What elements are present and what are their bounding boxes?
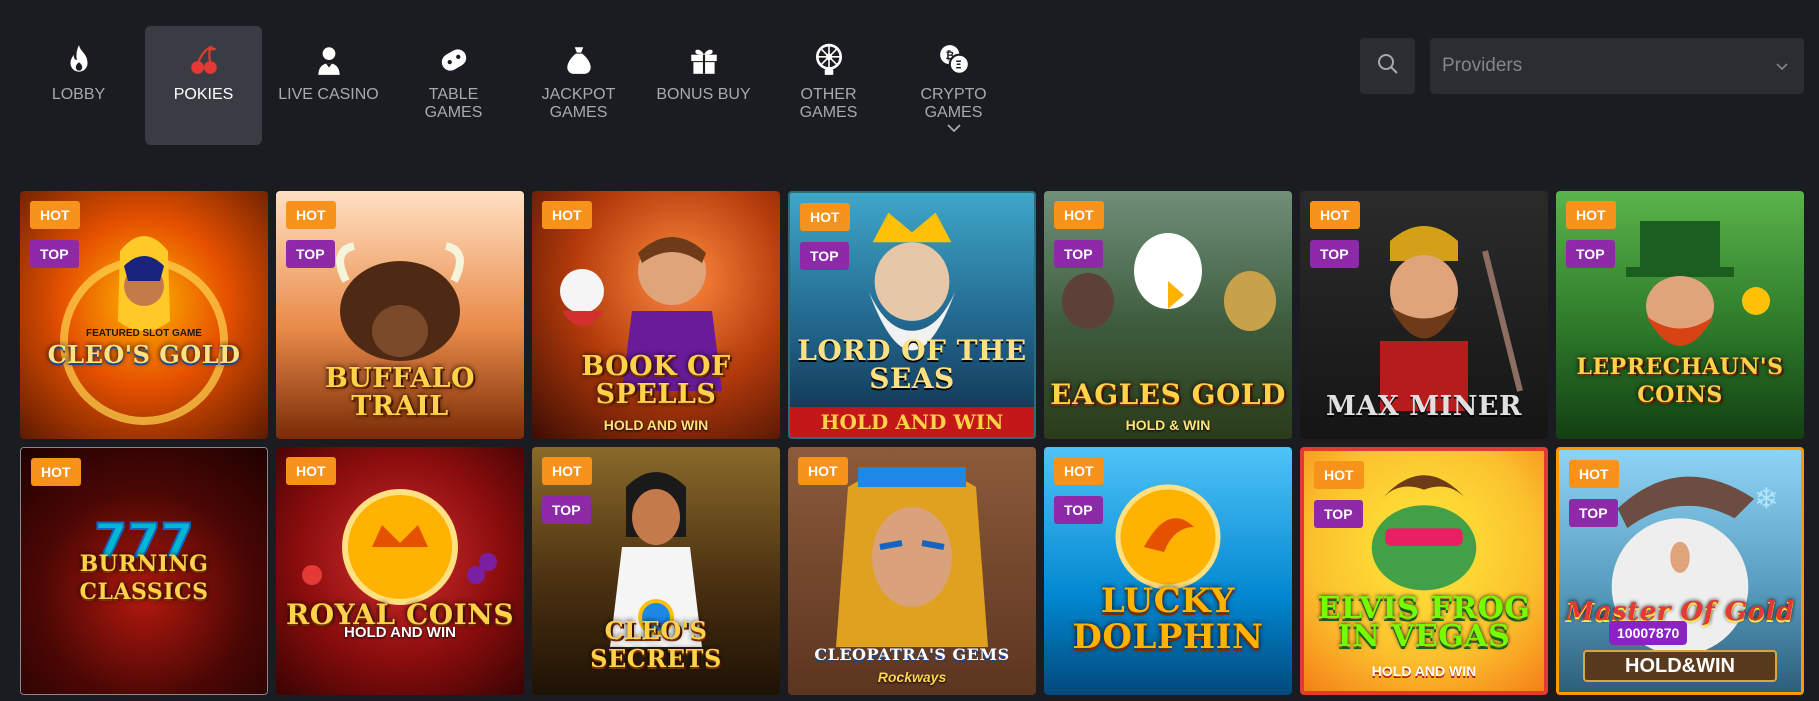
nav-item-bonus-buy[interactable]: BONUS BUY <box>645 26 762 145</box>
nav-item-other-games[interactable]: OTHER GAMES <box>770 26 887 145</box>
top-badge: TOP <box>542 496 591 524</box>
search-icon <box>1377 53 1399 80</box>
nav-item-pokies[interactable]: POKIES <box>145 26 262 145</box>
hot-badge: HOT <box>542 201 592 229</box>
crypto-coins-icon: ₿ Ξ <box>934 40 974 80</box>
game-tile[interactable]: BUFFALO TRAIL HOT TOP <box>276 191 524 439</box>
hot-badge: HOT <box>1054 457 1104 485</box>
top-badge: TOP <box>30 240 79 268</box>
game-tile[interactable]: ❄ Master Of Gold 10007870 HOLD&WIN HOT T… <box>1556 447 1804 695</box>
game-title: ELVIS FROG IN VEGAS <box>1317 591 1531 654</box>
nav-item-live-casino[interactable]: LIVE CASINO <box>270 26 387 145</box>
money-bag-icon <box>559 40 599 80</box>
hot-badge: HOT <box>1310 201 1360 229</box>
chevron-down-icon[interactable] <box>946 119 961 137</box>
game-subtitle: HOLD AND WIN <box>603 417 709 433</box>
top-badge: TOP <box>800 242 849 270</box>
game-title: BURNING CLASSICS <box>79 551 209 605</box>
jackpot-amount: 10007870 <box>1609 621 1688 645</box>
roulette-icon <box>809 40 849 80</box>
game-subtitle: HOLD AND WIN <box>1371 663 1477 679</box>
hot-badge: HOT <box>542 457 592 485</box>
game-subtitle: HOLD&WIN <box>1583 650 1777 682</box>
game-tile[interactable]: LORD OF THE SEAS HOLD AND WIN HOT TOP <box>788 191 1036 439</box>
game-title: MAX MINER <box>1326 391 1522 422</box>
providers-placeholder: Providers <box>1442 55 1523 76</box>
game-title: LORD OF THE SEAS <box>797 334 1027 395</box>
hot-badge: HOT <box>1569 460 1619 488</box>
hot-badge: HOT <box>1566 201 1616 229</box>
game-tile[interactable]: ELVIS FROG IN VEGAS HOLD AND WIN HOT TOP <box>1300 447 1548 695</box>
game-tile[interactable]: EAGLES GOLD HOLD & WIN HOT TOP <box>1044 191 1292 439</box>
hot-badge: HOT <box>31 458 81 486</box>
gift-icon <box>684 40 724 80</box>
hot-badge: HOT <box>1314 461 1364 489</box>
hot-badge: HOT <box>286 201 336 229</box>
gamepad-icon <box>434 40 474 80</box>
game-title: BOOK OF SPELLS <box>581 351 731 410</box>
top-badge: TOP <box>1054 240 1103 268</box>
top-badge: TOP <box>1314 500 1363 528</box>
game-title: BUFFALO TRAIL <box>324 363 476 422</box>
game-subtitle: HOLD & WIN <box>1125 417 1211 433</box>
game-subtitle: HOLD AND WIN <box>790 407 1034 437</box>
nav-label: OTHER GAMES <box>799 86 858 121</box>
nav-label: BONUS BUY <box>656 86 751 103</box>
svg-text:₿: ₿ <box>945 49 954 62</box>
chevron-down-icon <box>1776 55 1788 77</box>
nav-label: JACKPOT GAMES <box>541 86 616 121</box>
hot-badge: HOT <box>800 203 850 231</box>
game-tile[interactable]: 777 BURNING CLASSICS HOT <box>20 447 268 695</box>
game-tile[interactable]: CLEO'S GOLD FEATURED SLOT GAME HOT TOP <box>20 191 268 439</box>
hot-badge: HOT <box>798 457 848 485</box>
game-tile[interactable]: BOOK OF SPELLS HOLD AND WIN HOT <box>532 191 780 439</box>
hot-badge: HOT <box>286 457 336 485</box>
game-tile[interactable]: CLEO'S SECRETS HOT TOP <box>532 447 780 695</box>
nav-label: CRYPTO GAMES <box>920 86 987 121</box>
game-title: CLEO'S GOLD <box>47 340 241 369</box>
top-badge: TOP <box>286 240 335 268</box>
game-tile[interactable]: LUCKY DOLPHIN HOT TOP <box>1044 447 1292 695</box>
svg-text:Ξ: Ξ <box>955 59 962 72</box>
flame-icon <box>59 40 99 80</box>
game-title: EAGLES GOLD <box>1050 378 1286 411</box>
game-title: LUCKY DOLPHIN <box>1072 581 1264 657</box>
svg-text:❄: ❄ <box>1754 482 1779 516</box>
game-subtitle: Rockways <box>877 669 947 685</box>
providers-dropdown[interactable]: Providers <box>1430 38 1804 94</box>
top-badge: TOP <box>1566 240 1615 268</box>
game-tile[interactable]: CLEOPATRA'S GEMS Rockways HOT <box>788 447 1036 695</box>
nav-label: LOBBY <box>51 86 106 103</box>
game-title: CLEOPATRA'S GEMS <box>814 645 1010 664</box>
top-badge: TOP <box>1569 499 1618 527</box>
nav-item-table-games[interactable]: TABLE GAMES <box>395 26 512 145</box>
games-grid: CLEO'S GOLD FEATURED SLOT GAME HOT TOP B… <box>20 191 1804 695</box>
category-nav: LOBBY POKIES LIVE CASINO TABLE GAMES JAC… <box>20 26 1012 145</box>
top-badge: TOP <box>1310 240 1359 268</box>
nav-item-lobby[interactable]: LOBBY <box>20 26 137 145</box>
game-tile[interactable]: MAX MINER HOT TOP <box>1300 191 1548 439</box>
nav-label: LIVE CASINO <box>278 86 379 103</box>
cherries-icon <box>184 40 224 80</box>
game-tile[interactable]: ROYAL COINS HOLD AND WIN HOT <box>276 447 524 695</box>
hot-badge: HOT <box>30 201 80 229</box>
game-subtitle: FEATURED SLOT GAME <box>86 328 202 339</box>
game-tile[interactable]: LEPRECHAUN'S COINS HOT TOP <box>1556 191 1804 439</box>
top-badge: TOP <box>1054 496 1103 524</box>
game-title: CLEO'S SECRETS <box>590 616 722 673</box>
game-title: LEPRECHAUN'S COINS <box>1576 354 1784 408</box>
nav-label: TABLE GAMES <box>424 86 483 121</box>
dealer-icon <box>309 40 349 80</box>
search-button[interactable] <box>1360 38 1415 94</box>
hot-badge: HOT <box>1054 201 1104 229</box>
nav-label: POKIES <box>173 86 234 103</box>
game-subtitle: HOLD AND WIN <box>344 624 456 641</box>
nav-item-jackpot-games[interactable]: JACKPOT GAMES <box>520 26 637 145</box>
nav-item-crypto-games[interactable]: ₿ Ξ CRYPTO GAMES <box>895 26 1012 145</box>
